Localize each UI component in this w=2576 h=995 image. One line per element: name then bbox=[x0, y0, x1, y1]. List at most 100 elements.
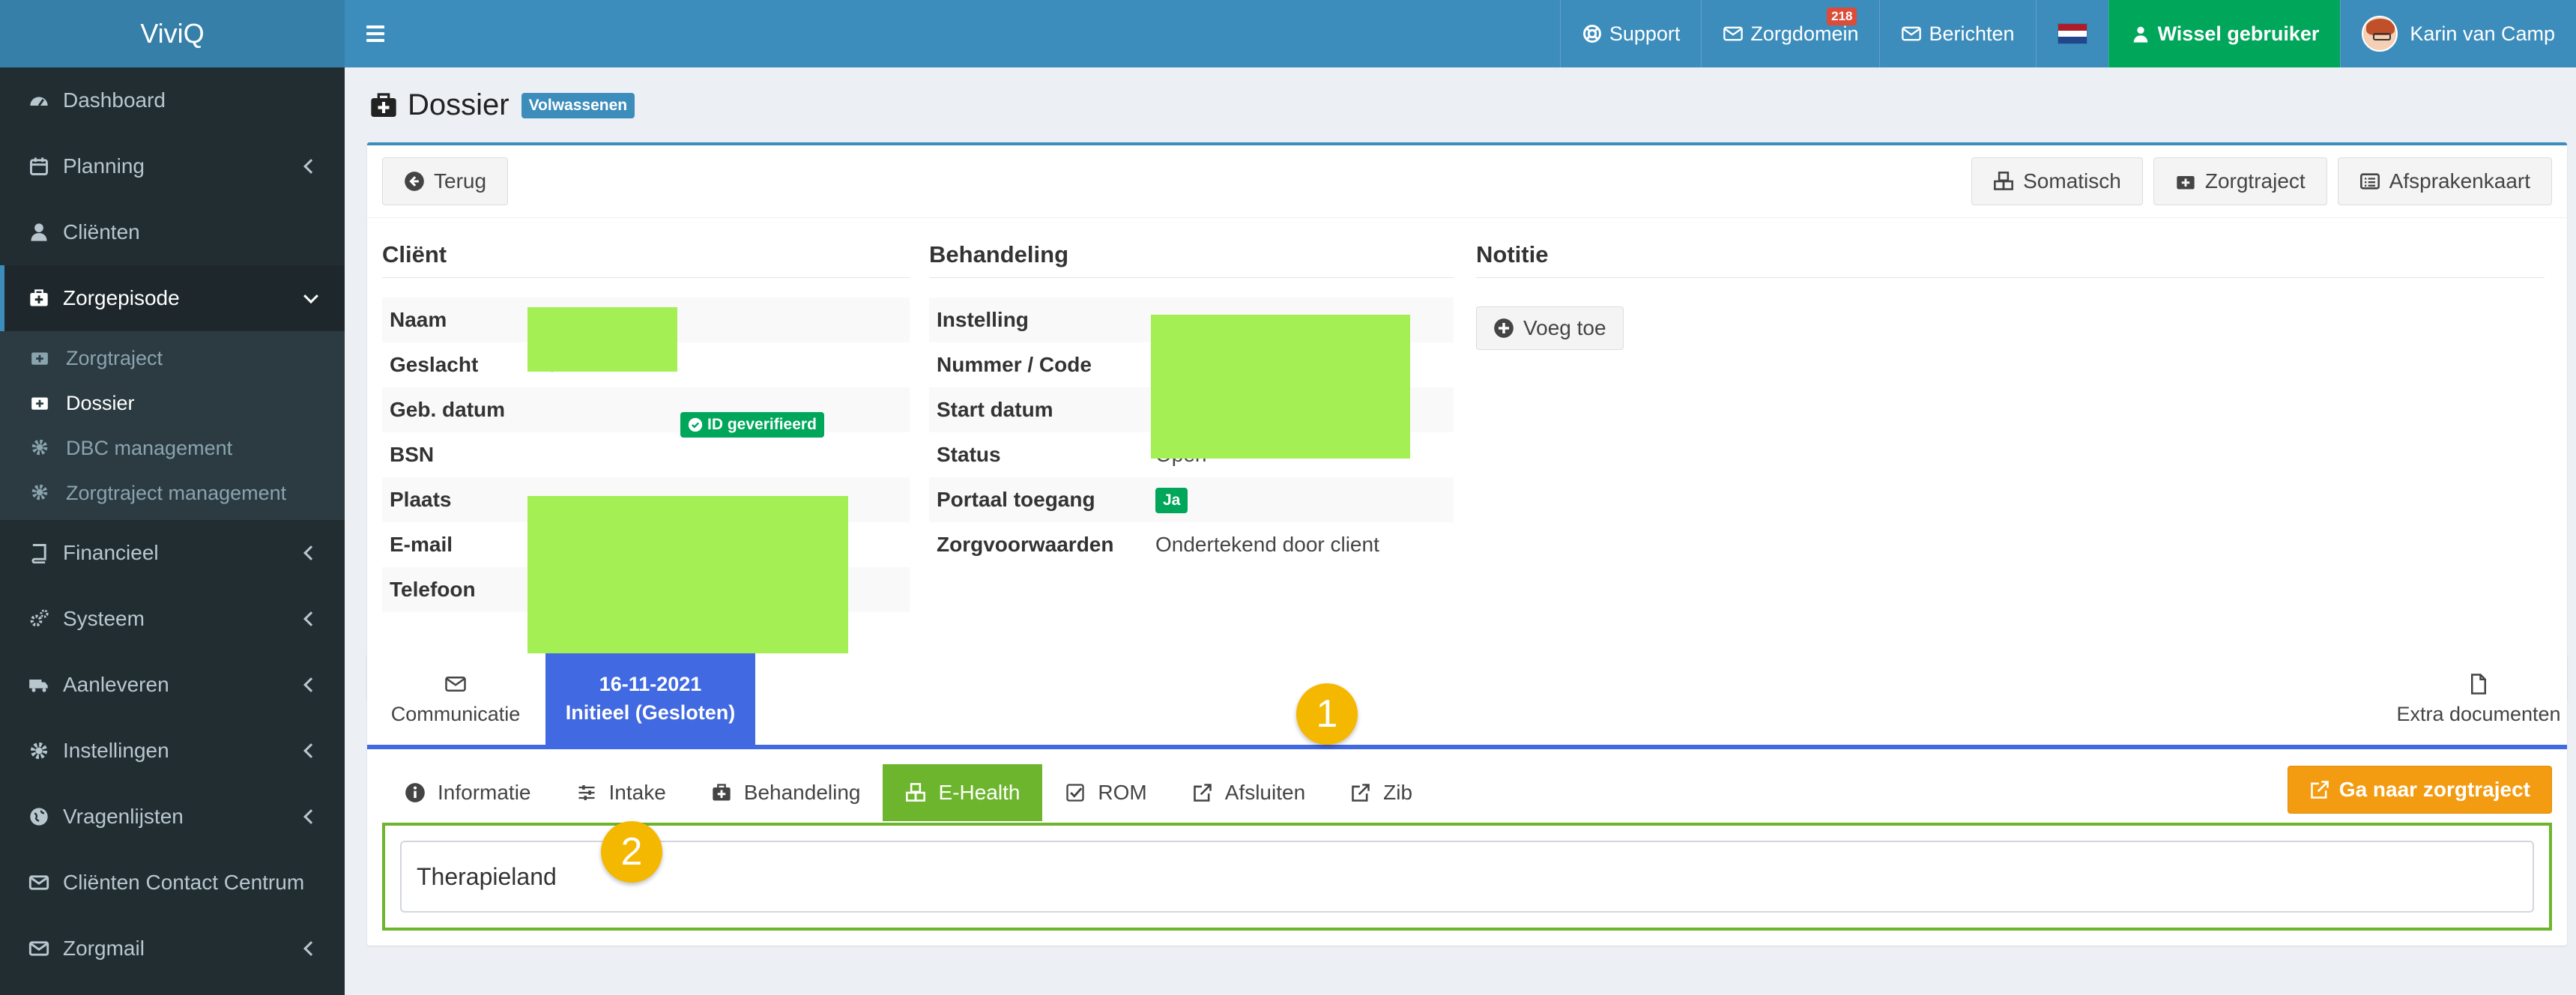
row-key: Plaats bbox=[390, 488, 452, 511]
go-to-zorgtraject-button[interactable]: Ga naar zorgtraject bbox=[2287, 766, 2552, 814]
zorgdomein-link[interactable]: Zorgdomein 218 bbox=[1701, 0, 1879, 67]
globe-icon bbox=[27, 805, 51, 829]
sidebar-item-instellingen[interactable]: Instellingen bbox=[0, 718, 345, 784]
check-circle-icon bbox=[688, 417, 703, 432]
chevron-left-icon bbox=[303, 743, 318, 758]
tab-episode-date[interactable]: 16-11-2021 Initieel (Gesloten) bbox=[545, 653, 755, 745]
afsprakenkaart-label: Afsprakenkaart bbox=[2389, 169, 2530, 193]
sidebar-item-planning[interactable]: Planning bbox=[0, 133, 345, 199]
dossier-actions: Somatisch Zorgtraject Afsprakenkaart bbox=[1971, 157, 2552, 205]
subtab-rom[interactable]: ROM bbox=[1042, 764, 1169, 821]
subtab-bar: Informatie Intake Behandeling E-Health R… bbox=[382, 764, 1435, 821]
row-value: Ja bbox=[1155, 486, 1188, 513]
e-health-provider-field[interactable]: Therapieland bbox=[400, 841, 2534, 913]
envelope-icon bbox=[445, 676, 466, 692]
sidebar-subitem-zorgtraject-management[interactable]: Zorgtraject management bbox=[0, 471, 345, 515]
envelope-icon bbox=[27, 871, 51, 895]
tab-extra-documenten[interactable]: Extra documenten bbox=[2390, 653, 2567, 745]
medkit-icon bbox=[30, 393, 51, 414]
top-navbar: ViviQ Support Zorgdomein 218 Berichten W… bbox=[0, 0, 2576, 67]
subtab-label: ROM bbox=[1098, 781, 1147, 804]
external-link-icon bbox=[2311, 781, 2329, 799]
sidebar-item-zorgepisode[interactable]: Zorgepisode bbox=[0, 265, 345, 331]
back-button[interactable]: Terug bbox=[382, 157, 509, 205]
somatisch-button[interactable]: Somatisch bbox=[1971, 157, 2143, 205]
annotation-marker-1: 1 bbox=[1296, 683, 1358, 745]
page-title: Dossier bbox=[408, 88, 510, 121]
plus-circle-icon bbox=[1494, 318, 1514, 338]
row-key: Nummer / Code bbox=[937, 353, 1092, 376]
sidebar-item-systeem[interactable]: Systeem bbox=[0, 586, 345, 652]
dutch-flag-icon bbox=[2057, 23, 2087, 44]
zorgtraject-button[interactable]: Zorgtraject bbox=[2153, 157, 2327, 205]
chevron-left-icon bbox=[303, 941, 318, 956]
dossier-box: Terug Somatisch Zorgtraject Afsprakenkaa… bbox=[367, 142, 2567, 712]
row-key: Start datum bbox=[937, 398, 1053, 421]
sidebar-item-aanleveren[interactable]: Aanleveren bbox=[0, 652, 345, 718]
sidebar-item-financieel[interactable]: Financieel bbox=[0, 520, 345, 586]
sidebar-subitem-dbc-management[interactable]: DBC management bbox=[0, 426, 345, 471]
brand-logo[interactable]: ViviQ bbox=[0, 0, 345, 67]
sidebar-item-label: Systeem bbox=[63, 607, 145, 630]
sidebar-item-label: Zorgmail bbox=[63, 937, 145, 960]
add-note-button[interactable]: Voeg toe bbox=[1476, 306, 1624, 350]
sidebar-item-zorgmail[interactable]: Zorgmail bbox=[0, 916, 345, 982]
envelope-icon bbox=[27, 937, 51, 961]
language-selector[interactable] bbox=[2035, 0, 2108, 67]
user-menu[interactable]: Karin van Camp bbox=[2340, 0, 2576, 67]
envelope-icon bbox=[1902, 26, 1922, 41]
chevron-left-icon bbox=[303, 545, 318, 560]
medkit-icon bbox=[713, 784, 731, 801]
switch-user-label: Wissel gebruiker bbox=[2157, 22, 2320, 45]
sidebar-toggle-icon[interactable] bbox=[345, 0, 406, 67]
behandeling-row-portaal: Portaal toegang Ja bbox=[929, 477, 1454, 522]
row-key: E-mail bbox=[390, 533, 453, 556]
id-verified-badge: ID geverifieerd bbox=[680, 412, 824, 438]
tab-date-label: 16-11-2021 bbox=[599, 673, 702, 696]
subtab-e-health[interactable]: E-Health bbox=[883, 764, 1043, 821]
support-link[interactable]: Support bbox=[1559, 0, 1702, 67]
annotation-marker-2: 2 bbox=[601, 821, 662, 883]
sidebar-item-clienten-contact-centrum[interactable]: Cliënten Contact Centrum bbox=[0, 850, 345, 916]
subtab-intake[interactable]: Intake bbox=[554, 764, 689, 821]
sidebar-item-label: Aanleveren bbox=[63, 673, 169, 696]
subtab-behandeling[interactable]: Behandeling bbox=[689, 764, 883, 821]
subtab-zib[interactable]: Zib bbox=[1328, 764, 1435, 821]
switch-user-button[interactable]: Wissel gebruiker bbox=[2108, 0, 2341, 67]
row-key: Instelling bbox=[937, 308, 1029, 331]
row-key: Geslacht bbox=[390, 353, 479, 376]
sidebar-item-vragenlijsten[interactable]: Vragenlijsten bbox=[0, 784, 345, 850]
user-secret-icon bbox=[2133, 26, 2147, 43]
check-square-icon bbox=[1066, 784, 1085, 802]
user-icon bbox=[27, 220, 51, 244]
sidebar-item-label: Instellingen bbox=[63, 739, 169, 762]
row-value: Ondertekend door client bbox=[1155, 533, 1379, 556]
e-health-provider-value: Therapieland bbox=[417, 862, 557, 890]
tab-communicatie[interactable]: Communicatie bbox=[367, 653, 544, 745]
row-key: Naam bbox=[390, 308, 447, 331]
redacted-behandeling-details bbox=[1151, 315, 1410, 459]
notitie-section: Notitie Voeg toe bbox=[1476, 241, 2545, 350]
subtab-afsluiten[interactable]: Afsluiten bbox=[1170, 764, 1328, 821]
sidebar-subitem-label: Zorgtraject bbox=[66, 346, 163, 369]
chevron-left-icon bbox=[303, 611, 318, 626]
sidebar-subitem-dossier[interactable]: Dossier bbox=[0, 381, 345, 426]
support-label: Support bbox=[1609, 22, 1681, 45]
chevron-down-icon bbox=[303, 288, 318, 304]
afsprakenkaart-button[interactable]: Afsprakenkaart bbox=[2337, 157, 2552, 205]
sidebar-subitem-zorgtraject[interactable]: Zorgtraject bbox=[0, 336, 345, 381]
subtab-informatie[interactable]: Informatie bbox=[382, 764, 554, 821]
berichten-link[interactable]: Berichten bbox=[1879, 0, 2035, 67]
tab-status-label: Initieel (Gesloten) bbox=[565, 701, 736, 724]
sidebar-item-clienten[interactable]: Cliënten bbox=[0, 199, 345, 265]
chevron-left-icon bbox=[303, 159, 318, 174]
dashboard-icon bbox=[27, 88, 51, 112]
cubes-icon bbox=[906, 783, 926, 802]
sidebar-item-label: Dashboard bbox=[63, 88, 166, 112]
sidebar-item-dashboard[interactable]: Dashboard bbox=[0, 67, 345, 133]
sidebar-subitem-label: Dossier bbox=[66, 391, 135, 414]
cubes-icon bbox=[1994, 172, 2014, 190]
client-row-geb-datum: Geb. datum bbox=[382, 387, 910, 432]
zorgdomein-count-badge: 218 bbox=[1827, 7, 1857, 25]
sidebar: Dashboard Planning Cliënten Zorgepisode … bbox=[0, 67, 345, 995]
